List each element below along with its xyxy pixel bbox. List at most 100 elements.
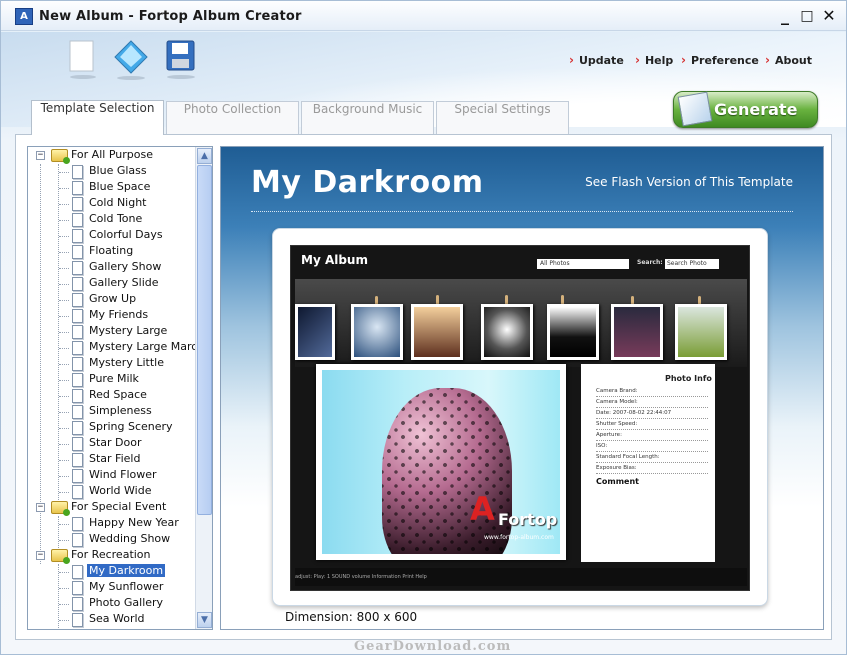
tab-special-settings[interactable]: Special Settings: [436, 101, 569, 134]
album-title: My Album: [301, 253, 368, 267]
thumbnail-photo: [481, 304, 533, 360]
scroll-down-icon[interactable]: ▼: [197, 612, 212, 628]
template-file-icon: [72, 517, 83, 531]
tab-background-music[interactable]: Background Music: [301, 101, 434, 134]
tree-line: [58, 564, 59, 628]
template-item-label: Cold Night: [89, 196, 147, 209]
large-photo: A Fortop www.fortop-album.com: [322, 370, 560, 554]
tree-group-label: For All Purpose: [71, 148, 153, 161]
fortop-url: www.fortop-album.com: [484, 534, 554, 541]
template-item-label: Happy New Year: [89, 516, 179, 529]
template-file-icon: [72, 197, 83, 211]
tree-connector: [59, 300, 69, 301]
close-button[interactable]: ✕: [819, 6, 839, 26]
divider: [251, 211, 793, 212]
template-item-label: Simpleness: [89, 404, 152, 417]
maximize-button[interactable]: □: [797, 6, 817, 26]
dimension-label: Dimension: 800 x 600: [285, 610, 418, 624]
template-item-label: Mystery Little: [89, 356, 164, 369]
save-disk-icon[interactable]: [164, 39, 200, 81]
tab-template-selection[interactable]: Template Selection: [31, 100, 164, 135]
portrait-face: [382, 388, 512, 554]
info-field: Camera Model:: [596, 397, 708, 408]
template-file-icon: [72, 469, 83, 483]
tree-connector: [59, 332, 69, 333]
thumbnail-photo: [675, 304, 727, 360]
thumbnail-photo: [547, 304, 599, 360]
template-item-label: Wind Flower: [89, 468, 157, 481]
collapse-icon[interactable]: −: [36, 503, 45, 512]
tree-scrollbar[interactable]: ▲ ▼: [195, 147, 212, 629]
help-link[interactable]: Help: [635, 53, 673, 67]
search-label: Search:: [637, 259, 663, 266]
player-controls: adjust: Play: 1 SOUND volume Information…: [295, 568, 747, 586]
template-item-label: World Wide: [89, 484, 152, 497]
thumbnail-photo: [611, 304, 663, 360]
template-item-label: Star Door: [89, 436, 142, 449]
info-field: Camera Brand:: [596, 386, 708, 397]
tree-connector: [59, 236, 69, 237]
template-screenshot: My Album All Photos Search: Search Photo…: [290, 245, 750, 591]
flash-version-link[interactable]: See Flash Version of This Template: [585, 175, 793, 189]
preference-link[interactable]: Preference: [681, 53, 759, 67]
tab-photo-collection[interactable]: Photo Collection: [166, 101, 299, 134]
template-file-icon: [72, 421, 83, 435]
update-link[interactable]: Update: [569, 53, 624, 67]
thumbnail-photo: [411, 304, 463, 360]
app-window: A New Album - Fortop Album Creator _ □ ✕…: [0, 0, 847, 655]
template-tree[interactable]: − For All Purpose − For Special Event − …: [27, 146, 213, 630]
template-item-label: Blue Space: [89, 180, 151, 193]
generate-label: Generate: [714, 100, 798, 119]
tree-connector: [59, 348, 69, 349]
scroll-up-icon[interactable]: ▲: [197, 148, 212, 164]
minimize-button[interactable]: _: [775, 6, 795, 26]
tree-connector: [59, 188, 69, 189]
template-file-icon: [72, 389, 83, 403]
template-file-icon: [72, 261, 83, 275]
tree-line: [58, 516, 59, 548]
tree-group-label: For Special Event: [71, 500, 167, 513]
tree-connector: [59, 620, 69, 621]
template-file-icon: [72, 245, 83, 259]
tree-connector: [59, 204, 69, 205]
template-file-icon: [72, 437, 83, 451]
tree-connector: [59, 492, 69, 493]
tree-connector: [59, 396, 69, 397]
folder-icon: [51, 501, 70, 516]
template-item-label: My Sunflower: [89, 580, 164, 593]
tree-connector: [59, 476, 69, 477]
fortop-logo-letter: A: [470, 490, 495, 528]
template-file-icon: [72, 341, 83, 355]
collapse-icon[interactable]: −: [36, 151, 45, 160]
new-page-icon[interactable]: [67, 39, 103, 81]
leopard-pattern: [382, 388, 512, 554]
info-field: Standard Focal Length:: [596, 452, 708, 463]
template-preview: My Darkroom See Flash Version of This Te…: [220, 146, 824, 630]
template-item-label: Mystery Large Marc: [89, 340, 198, 353]
info-field: Shutter Speed:: [596, 419, 708, 430]
template-item-label: Star Field: [89, 452, 141, 465]
template-file-icon: [72, 165, 83, 179]
generate-button[interactable]: Generate: [673, 91, 818, 128]
template-item-label: My Friends: [89, 308, 149, 321]
template-item-label: Gallery Slide: [89, 276, 159, 289]
template-file-icon: [72, 357, 83, 371]
photo-frame-icon: [677, 91, 713, 127]
template-item-label: Floating: [89, 244, 134, 257]
tree-group-label: For Recreation: [71, 548, 151, 561]
tree-connector: [59, 172, 69, 173]
template-item-label: Mystery Large: [89, 324, 168, 337]
template-file-icon: [72, 325, 83, 339]
tree-connector: [59, 540, 69, 541]
collapse-icon[interactable]: −: [36, 551, 45, 560]
open-diamond-icon[interactable]: [113, 39, 149, 81]
info-field: Aperture:: [596, 430, 708, 441]
scroll-thumb[interactable]: [197, 165, 212, 515]
about-link[interactable]: About: [765, 53, 812, 67]
template-file-icon: [72, 229, 83, 243]
title-bar: A New Album - Fortop Album Creator _ □ ✕: [1, 1, 846, 31]
template-item-label: My Darkroom: [87, 564, 166, 577]
info-field: ISO:: [596, 441, 708, 452]
template-file-icon: [72, 309, 83, 323]
app-icon: A: [15, 8, 33, 25]
